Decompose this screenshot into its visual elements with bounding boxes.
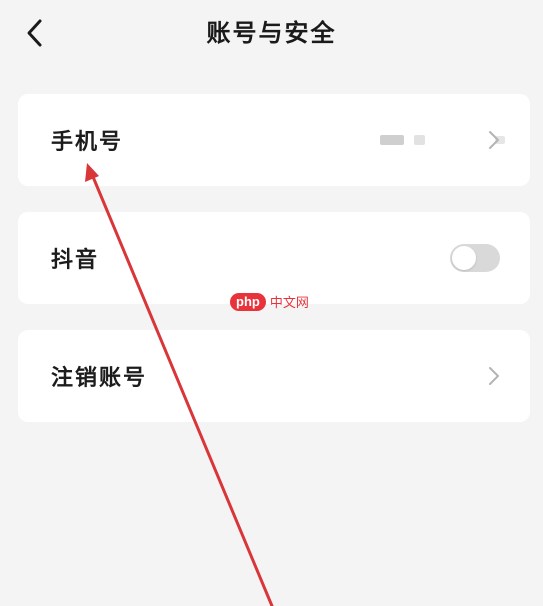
masked-block (380, 135, 404, 145)
page-title: 账号与安全 (206, 19, 337, 47)
chevron-right-icon (489, 131, 499, 149)
header-bar: 账号与安全 (0, 0, 543, 70)
douyin-toggle[interactable] (450, 244, 500, 272)
phone-number-row[interactable]: 手机号 (18, 94, 530, 186)
douyin-label: 抖音 (51, 248, 100, 273)
douyin-binding-row: 抖音 (18, 212, 530, 304)
account-security-screen: 账号与安全 手机号 抖音 注销账号 php 中文网 (0, 0, 543, 606)
masked-block (414, 135, 425, 145)
masked-phone-value (380, 135, 505, 145)
deactivate-account-label: 注销账号 (51, 366, 148, 391)
phone-number-label: 手机号 (51, 130, 124, 155)
chevron-right-icon (489, 367, 499, 385)
deactivate-account-row[interactable]: 注销账号 (18, 330, 530, 422)
toggle-knob (452, 246, 476, 270)
